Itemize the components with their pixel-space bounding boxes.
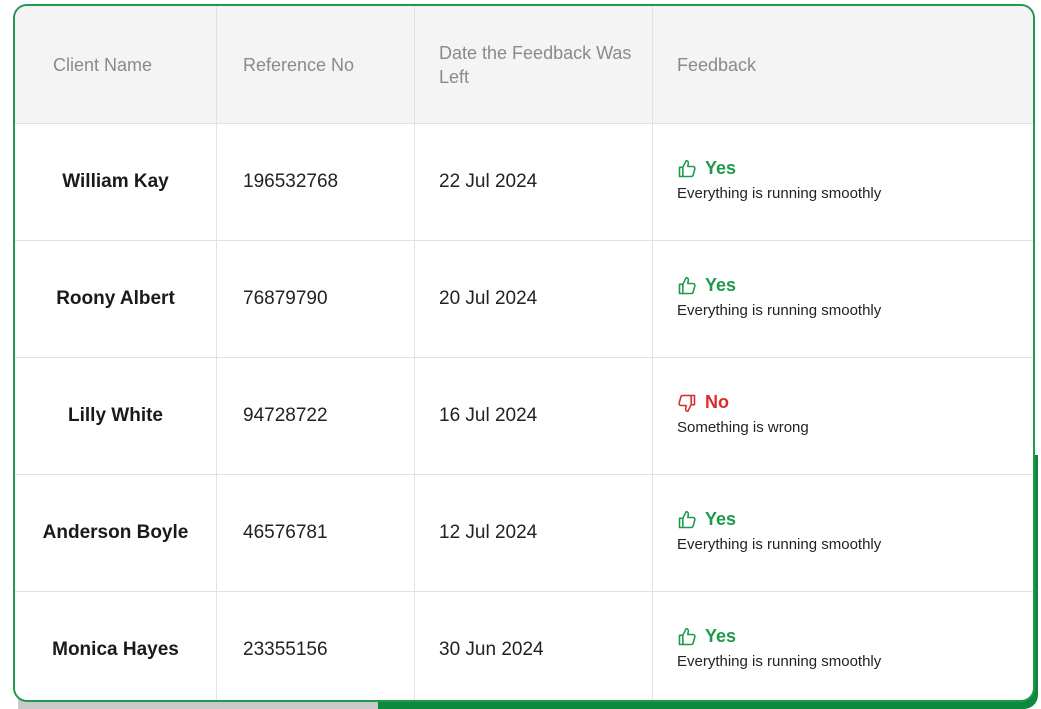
feedback-verdict: Yes: [677, 275, 736, 296]
table-row[interactable]: Monica Hayes 23355156 30 Jun 2024 Yes Ev…: [15, 592, 1033, 700]
thumbs-up-icon: [677, 627, 697, 647]
feedback-verdict-label: No: [705, 392, 729, 412]
feedback-message: Something is wrong: [677, 419, 809, 436]
table-row[interactable]: William Kay 196532768 22 Jul 2024 Yes Ev…: [15, 124, 1033, 241]
thumbs-down-icon: [677, 393, 697, 413]
feedback-verdict-label: Yes: [705, 509, 737, 529]
feedback-cell: Yes Everything is running smoothly: [653, 124, 1033, 240]
date-cell: 12 Jul 2024: [415, 475, 653, 591]
table-row[interactable]: Anderson Boyle 46576781 12 Jul 2024 Yes …: [15, 475, 1033, 592]
feedback-verdict: No: [677, 392, 729, 413]
header-client-name: Client Name: [15, 6, 217, 123]
feedback-cell: Yes Everything is running smoothly: [653, 475, 1033, 591]
table-row[interactable]: Roony Albert 76879790 20 Jul 2024 Yes Ev…: [15, 241, 1033, 358]
thumbs-up-icon: [677, 510, 697, 530]
feedback-verdict: Yes: [677, 509, 736, 530]
reference-no-cell: 23355156: [217, 592, 415, 700]
table-header: Client Name Reference No Date the Feedba…: [15, 6, 1033, 124]
reference-no-cell: 46576781: [217, 475, 415, 591]
feedback-cell: Yes Everything is running smoothly: [653, 592, 1033, 700]
table-body: William Kay 196532768 22 Jul 2024 Yes Ev…: [15, 124, 1033, 700]
client-name-cell: William Kay: [15, 124, 217, 240]
feedback-message: Everything is running smoothly: [677, 653, 882, 670]
table-row[interactable]: Lilly White 94728722 16 Jul 2024 No Some…: [15, 358, 1033, 475]
client-name-cell: Anderson Boyle: [15, 475, 217, 591]
feedback-verdict-label: Yes: [705, 626, 737, 646]
feedback-cell: Yes Everything is running smoothly: [653, 241, 1033, 357]
client-name-cell: Monica Hayes: [15, 592, 217, 700]
feedback-message: Everything is running smoothly: [677, 302, 882, 319]
feedback-verdict: Yes: [677, 626, 736, 647]
feedback-cell: No Something is wrong: [653, 358, 1033, 474]
feedback-table: Client Name Reference No Date the Feedba…: [13, 4, 1035, 702]
thumbs-up-icon: [677, 276, 697, 296]
date-cell: 20 Jul 2024: [415, 241, 653, 357]
feedback-message: Everything is running smoothly: [677, 536, 882, 553]
reference-no-cell: 76879790: [217, 241, 415, 357]
reference-no-cell: 196532768: [217, 124, 415, 240]
feedback-message: Everything is running smoothly: [677, 185, 882, 202]
header-reference-no: Reference No: [217, 6, 415, 123]
header-date: Date the Feedback Was Left: [415, 6, 653, 123]
thumbs-up-icon: [677, 159, 697, 179]
client-name-cell: Roony Albert: [15, 241, 217, 357]
date-cell: 30 Jun 2024: [415, 592, 653, 700]
client-name-cell: Lilly White: [15, 358, 217, 474]
header-feedback: Feedback: [677, 54, 757, 75]
feedback-verdict: Yes: [677, 158, 736, 179]
reference-no-cell: 94728722: [217, 358, 415, 474]
date-cell: 16 Jul 2024: [415, 358, 653, 474]
feedback-verdict-label: Yes: [705, 275, 737, 295]
date-cell: 22 Jul 2024: [415, 124, 653, 240]
feedback-verdict-label: Yes: [705, 158, 737, 178]
header-date-label: Date the Feedback Was Left: [439, 42, 632, 87]
